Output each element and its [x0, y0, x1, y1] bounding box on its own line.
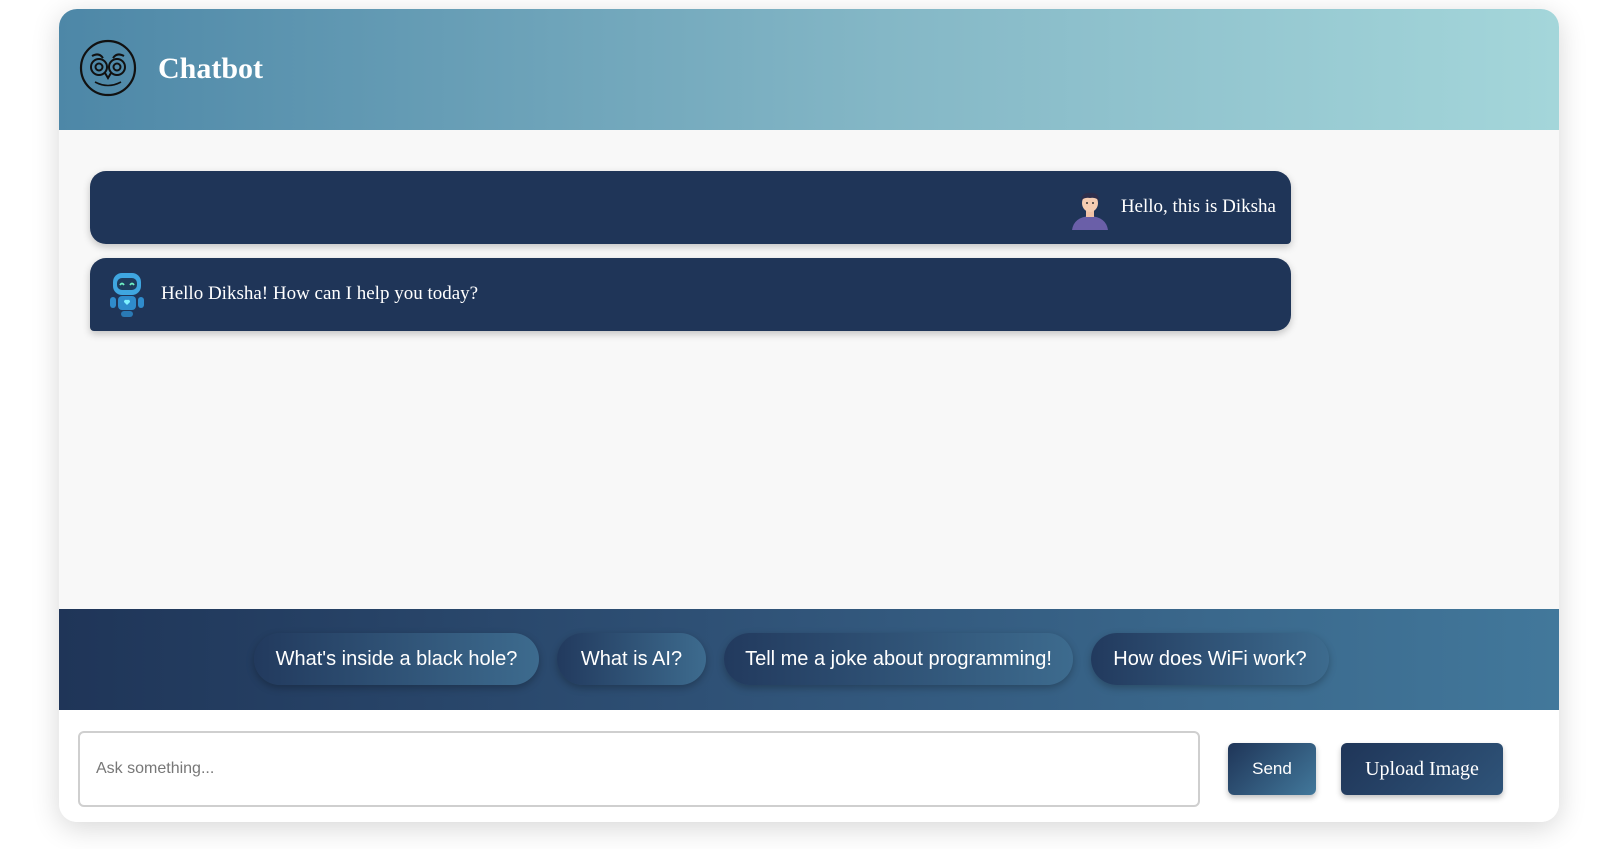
robot-avatar-icon — [110, 273, 144, 317]
user-message: Hello, this is Diksha — [90, 171, 1291, 244]
bot-message-text: Hello Diksha! How can I help you today? — [161, 283, 479, 304]
user-message-text: Hello, this is Diksha — [1120, 196, 1276, 217]
app-title: Chatbot — [158, 52, 264, 85]
send-button[interactable]: Send — [1228, 743, 1316, 795]
suggestion-chip[interactable]: What's inside a black hole? — [254, 633, 539, 685]
chat-header: Chatbot — [59, 9, 1559, 130]
suggestion-chip[interactable]: What is AI? — [557, 633, 706, 685]
suggestion-chip[interactable]: Tell me a joke about programming! — [724, 633, 1073, 685]
chatbot-window: Chatbot Hello, this is Diksha Hello Diks… — [59, 9, 1559, 822]
owl-icon — [79, 39, 137, 97]
message-input[interactable] — [78, 731, 1200, 807]
upload-image-button[interactable]: Upload Image — [1341, 743, 1503, 795]
bot-message: Hello Diksha! How can I help you today? — [90, 258, 1291, 331]
chat-messages: Hello, this is Diksha Hello Diksha! How … — [59, 130, 1559, 609]
suggestion-chip[interactable]: How does WiFi work? — [1091, 633, 1329, 685]
suggestion-bar: What's inside a black hole? What is AI? … — [59, 609, 1559, 710]
user-avatar-icon — [1072, 192, 1108, 230]
input-area: Send Upload Image — [59, 710, 1559, 822]
